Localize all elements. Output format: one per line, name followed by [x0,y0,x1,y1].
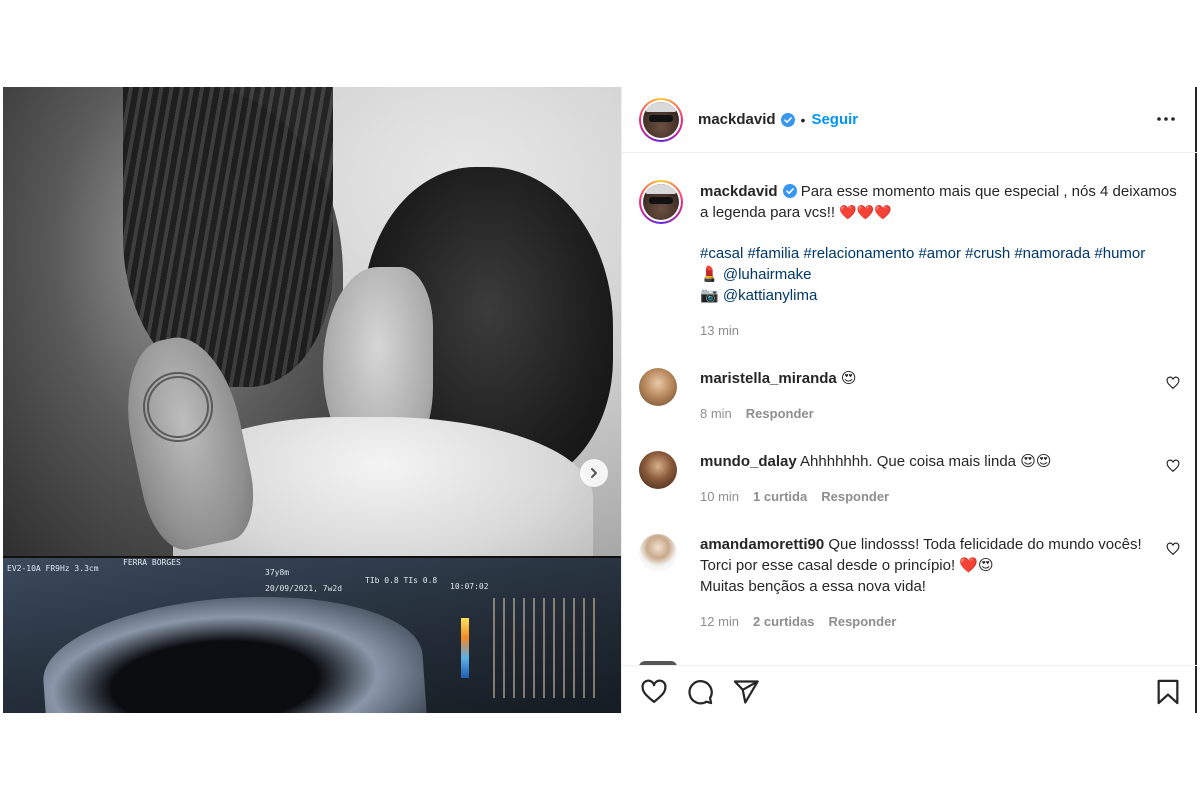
verified-badge-icon [782,184,797,198]
post-header: mackdavid • Seguir [622,87,1198,153]
lipstick-emoji: 💄 [700,266,719,283]
commenter-avatar[interactable] [639,534,677,572]
couple-photo [3,87,621,556]
heart-eyes-emoji: 😍 [840,370,857,387]
caption-hashtags[interactable]: #casal #familia #relacionamento #amor #c… [700,243,1185,264]
comment-time: 8 min [700,406,732,421]
follow-button[interactable]: Seguir [811,111,858,128]
separator-dot: • [800,111,806,128]
camera-emoji: 📷 [700,287,719,304]
likes-count[interactable]: 1 curtida [753,486,807,507]
bookmark-icon[interactable] [1154,678,1182,706]
commenter-avatar[interactable] [639,451,677,489]
next-slide-button[interactable] [580,459,608,487]
rose-tattoo [143,372,213,442]
mention-link[interactable]: @kattianylima [723,287,817,304]
comment-icon[interactable] [686,678,714,706]
post-details-panel: mackdavid • Seguir mackdavid Para esse m… [621,87,1198,713]
commenter-avatar[interactable] [639,368,677,406]
reply-button[interactable]: Responder [746,403,814,424]
ultrasound-label: 10:07:02 [450,582,489,591]
post-media[interactable]: EV2-10A FR9Hz 3.3cm FERRA BORGES 37y8m 2… [3,87,621,713]
comments-section[interactable]: mackdavid Para esse momento mais que esp… [622,154,1198,665]
mention-link[interactable]: @luhairmake [723,266,812,283]
commenter-username[interactable]: mundo_dalay [700,453,797,470]
ultrasound-label: 37y8m [265,568,290,577]
ultrasound-label: EV2-10A FR9Hz 3.3cm [7,564,99,573]
caption-avatar[interactable] [639,180,683,224]
comment-text-line2: Muitas bençãos a essa nova vida! [700,578,926,595]
ultrasound-label: TIb 0.8 TIs 0.8 [365,576,438,585]
post-actions-bar [622,665,1198,713]
chevron-right-icon [591,468,597,478]
author-avatar[interactable] [639,97,683,142]
comment-time: 12 min [700,614,740,629]
heart-emoji: ❤️❤️❤️ [839,204,892,220]
ultrasound-label: FERRA BORGES [123,558,181,567]
share-icon[interactable] [732,678,760,706]
heart-icon[interactable] [1166,459,1180,473]
caption-username[interactable]: mackdavid [700,183,778,200]
comment-time: 10 min [700,489,740,504]
ultrasound-label: 20/09/2021, 7w2d [265,584,343,593]
heart-icon[interactable] [640,678,668,706]
commenter-username[interactable]: amandamoretti90 [700,536,824,553]
comment-text: Ahhhhhhh. Que coisa mais linda [800,453,1017,470]
heart-emoji: ❤️😍 [959,557,994,574]
caption-time: 13 min [700,323,740,338]
heart-icon[interactable] [1166,376,1180,390]
heart-icon[interactable] [1166,542,1180,556]
more-options-icon[interactable] [1154,109,1178,129]
verified-badge-icon [780,112,795,127]
heart-eyes-emoji: 😍😍 [1020,453,1052,470]
ultrasound-photo: EV2-10A FR9Hz 3.3cm FERRA BORGES 37y8m 2… [3,558,621,713]
reply-button[interactable]: Responder [828,611,896,632]
likes-count[interactable]: 2 curtidas [753,611,814,632]
post-container: EV2-10A FR9Hz 3.3cm FERRA BORGES 37y8m 2… [3,87,1200,713]
commenter-username[interactable]: maristella_miranda [700,370,837,387]
reply-button[interactable]: Responder [821,486,889,507]
author-username[interactable]: mackdavid [698,111,776,128]
